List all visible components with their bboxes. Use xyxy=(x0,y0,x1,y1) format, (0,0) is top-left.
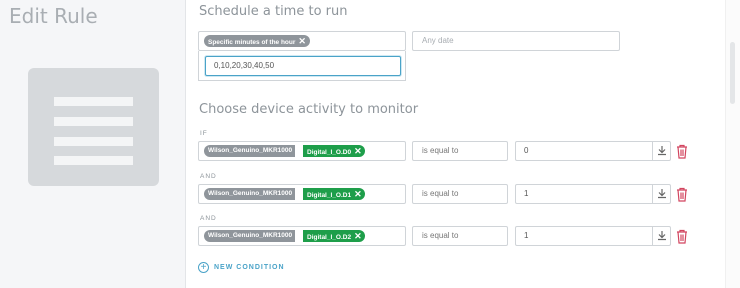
operator-select[interactable]: is equal to xyxy=(412,184,508,204)
left-panel: Edit Rule xyxy=(0,0,186,288)
operator-select[interactable]: is equal to xyxy=(412,226,508,246)
remove-chip-icon[interactable]: ✕ xyxy=(354,231,362,241)
scrollbar[interactable] xyxy=(725,0,740,288)
date-placeholder: Any date xyxy=(422,36,454,45)
condition-value-input[interactable]: 0 xyxy=(515,141,671,161)
operator-select[interactable]: is equal to xyxy=(412,141,508,161)
minutes-value: 0,10,20,30,40,50 xyxy=(214,61,275,70)
page-title: Edit Rule xyxy=(9,4,98,28)
minutes-input[interactable]: 0,10,20,30,40,50 xyxy=(205,56,401,76)
schedule-section-title: Schedule a time to run xyxy=(199,4,348,19)
operator-value: is equal to xyxy=(422,146,459,155)
operator-value: is equal to xyxy=(422,189,459,198)
delete-condition-icon[interactable] xyxy=(676,229,688,244)
condition-label: IF xyxy=(200,130,208,137)
schedule-type-chip: Specific minutes of the hour ✕ xyxy=(204,35,310,47)
doc-line xyxy=(54,137,133,146)
schedule-type-select[interactable]: Specific minutes of the hour ✕ xyxy=(198,31,406,51)
device-chip: Wilson_Genuino_MKR1000 xyxy=(204,230,296,242)
pin-chip: Digital_I_O.D0 ✕ xyxy=(303,145,365,157)
device-pin-select[interactable]: Wilson_Genuino_MKR1000 Digital_I_O.D0 ✕ xyxy=(198,141,406,161)
download-icon[interactable] xyxy=(652,142,670,160)
new-condition-button[interactable]: + NEW CONDITION xyxy=(198,260,285,274)
pin-chip: Digital_I_O.D1 ✕ xyxy=(303,188,365,200)
main-content: Schedule a time to run Specific minutes … xyxy=(186,0,726,288)
doc-line xyxy=(54,97,133,106)
activity-section-title: Choose device activity to monitor xyxy=(199,102,419,117)
remove-chip-icon[interactable]: ✕ xyxy=(354,189,362,199)
date-input[interactable]: Any date xyxy=(412,31,620,51)
scrollbar-thumb[interactable] xyxy=(730,42,735,104)
delete-condition-icon[interactable] xyxy=(676,144,688,159)
condition-label: AND xyxy=(200,173,217,180)
remove-chip-icon[interactable]: ✕ xyxy=(298,36,306,46)
device-pin-select[interactable]: Wilson_Genuino_MKR1000 Digital_I_O.D2 ✕ xyxy=(198,226,406,246)
device-pin-select[interactable]: Wilson_Genuino_MKR1000 Digital_I_O.D1 ✕ xyxy=(198,184,406,204)
doc-line xyxy=(54,117,133,126)
document-icon xyxy=(28,68,159,186)
plus-circle-icon: + xyxy=(198,261,209,273)
condition-value-input[interactable]: 1 xyxy=(515,226,671,246)
download-icon[interactable] xyxy=(652,227,670,245)
pin-chip-label: Digital_I_O.D0 xyxy=(307,149,352,156)
device-chip: Wilson_Genuino_MKR1000 xyxy=(204,188,296,200)
schedule-type-chip-label: Specific minutes of the hour xyxy=(208,39,296,46)
condition-value-input[interactable]: 1 xyxy=(515,184,671,204)
delete-condition-icon[interactable] xyxy=(676,187,688,202)
remove-chip-icon[interactable]: ✕ xyxy=(354,146,362,156)
schedule-dropdown-panel: 0,10,20,30,40,50 xyxy=(198,51,406,81)
pin-chip-label: Digital_I_O.D2 xyxy=(307,234,352,241)
operator-value: is equal to xyxy=(422,231,459,240)
device-chip: Wilson_Genuino_MKR1000 xyxy=(204,145,296,157)
pin-chip: Digital_I_O.D2 ✕ xyxy=(303,230,365,242)
condition-value: 1 xyxy=(524,231,529,240)
pin-chip-label: Digital_I_O.D1 xyxy=(307,192,352,199)
new-condition-label: NEW CONDITION xyxy=(214,263,285,271)
doc-line xyxy=(54,156,133,165)
condition-value: 0 xyxy=(524,146,529,155)
condition-label: AND xyxy=(200,215,217,222)
condition-value: 1 xyxy=(524,189,529,198)
download-icon[interactable] xyxy=(652,185,670,203)
